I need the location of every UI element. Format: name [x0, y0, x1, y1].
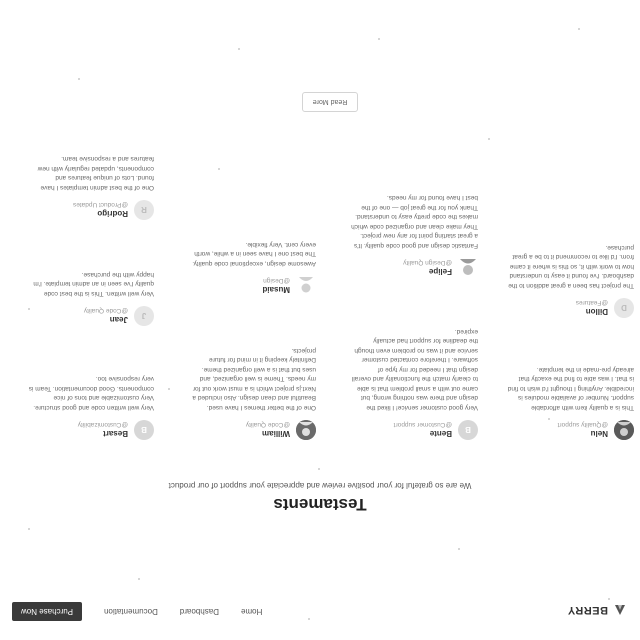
reviewer-name: Besart: [103, 429, 128, 439]
section-subtitle: We are so grateful for your positive rev…: [168, 481, 472, 490]
testimonial-card: Nelu @Quality support This is a quality …: [506, 365, 634, 443]
logo-text: BERRY: [567, 604, 608, 616]
review-category: @Features: [575, 299, 608, 307]
speckle: [238, 48, 240, 50]
review-category: @Code Quality: [245, 421, 290, 429]
review-text: One of the better themes I have used. Be…: [192, 347, 316, 411]
section-title: Testaments: [273, 495, 367, 514]
review-category: @Customizability: [77, 421, 128, 429]
page: BERRY Home Dashboard Documentation Purch…: [0, 0, 640, 640]
avatar: B: [134, 420, 154, 440]
avatar: B: [458, 420, 478, 440]
review-text: Fantastic design and good code quality. …: [351, 194, 478, 250]
testimonial-card: D Dillon @Features The project has been …: [506, 243, 634, 321]
reviewer-name: Dillon: [585, 307, 608, 317]
review-text: Awesome design, exceptional code quality…: [192, 241, 316, 267]
user-avatar-icon: [296, 420, 316, 440]
testimonial-card: Felipe @Design Quality Fantastic design …: [350, 193, 478, 280]
user-avatar-icon: [460, 259, 476, 275]
user-avatar-icon: [614, 420, 634, 440]
avatar: [614, 420, 634, 440]
reviewer-name: Felipe: [428, 267, 452, 277]
review-category: @Customer support: [393, 421, 452, 429]
review-text: Very well written. This is the best code…: [33, 271, 154, 297]
review-category: @Quality support: [557, 421, 608, 429]
nav-home-link[interactable]: Home: [241, 607, 262, 616]
reviewer-name: Bente: [429, 429, 452, 439]
avatar: J: [134, 306, 154, 326]
purchase-now-button[interactable]: Purchase Now: [12, 602, 83, 621]
review-category: @Product Updates: [72, 201, 128, 209]
testimonial-card: J Jean @Code Quality Very well written. …: [26, 270, 154, 329]
speckle: [218, 168, 220, 170]
review-text: The project has been a great addition to…: [508, 244, 634, 289]
speckle: [318, 468, 320, 470]
review-text: Very good customer service! I liked the …: [351, 328, 478, 411]
avatar: [296, 420, 316, 440]
top-navigation: BERRY Home Dashboard Documentation Purch…: [0, 572, 640, 640]
avatar: [296, 276, 316, 296]
testimonial-card: B Bente @Customer support Very good cust…: [350, 327, 478, 443]
review-category: @Code Quality: [83, 307, 128, 315]
review-category: @Design Quality: [403, 259, 452, 267]
review-text: Very well written code and good structur…: [28, 375, 154, 412]
logo[interactable]: BERRY: [567, 604, 626, 616]
reviewer-name: William: [262, 429, 290, 439]
speckle: [168, 388, 170, 390]
nav-dashboard-link[interactable]: Dashboard: [180, 607, 219, 616]
reviewer-name: Nelu: [590, 429, 608, 439]
nav-menu: Home Dashboard Documentation Purchase No…: [12, 602, 262, 621]
nav-documentation-link[interactable]: Documentation: [104, 607, 158, 616]
read-more-button[interactable]: Read More: [302, 92, 358, 112]
reviewer-name: Musaid: [262, 285, 290, 295]
testimonial-card: Musaid @Design Awesome design, exception…: [188, 240, 316, 299]
testimonial-card: R Rodrigo @Product Updates One of the be…: [26, 154, 154, 222]
speckle: [28, 528, 30, 530]
avatar: R: [134, 200, 154, 220]
speckle: [78, 78, 80, 80]
speckle: [378, 38, 380, 40]
speckle: [488, 138, 490, 140]
speckle: [578, 28, 580, 30]
speckle: [458, 548, 460, 550]
avatar: [458, 258, 478, 278]
reviewer-name: Rodrigo: [97, 209, 128, 219]
reviewer-name: Jean: [109, 315, 128, 325]
review-text: One of the best admin templates I have f…: [37, 155, 154, 192]
testimonial-card: B Besart @Customizability Very well writ…: [26, 374, 154, 442]
berry-logo-icon: [615, 605, 625, 615]
review-text: This is a quality item with affordable s…: [507, 366, 634, 411]
user-avatar-icon: [299, 277, 313, 293]
testimonial-card: William @Code Quality One of the better …: [188, 346, 316, 443]
avatar: D: [614, 298, 634, 318]
review-category: @Design: [263, 277, 290, 285]
